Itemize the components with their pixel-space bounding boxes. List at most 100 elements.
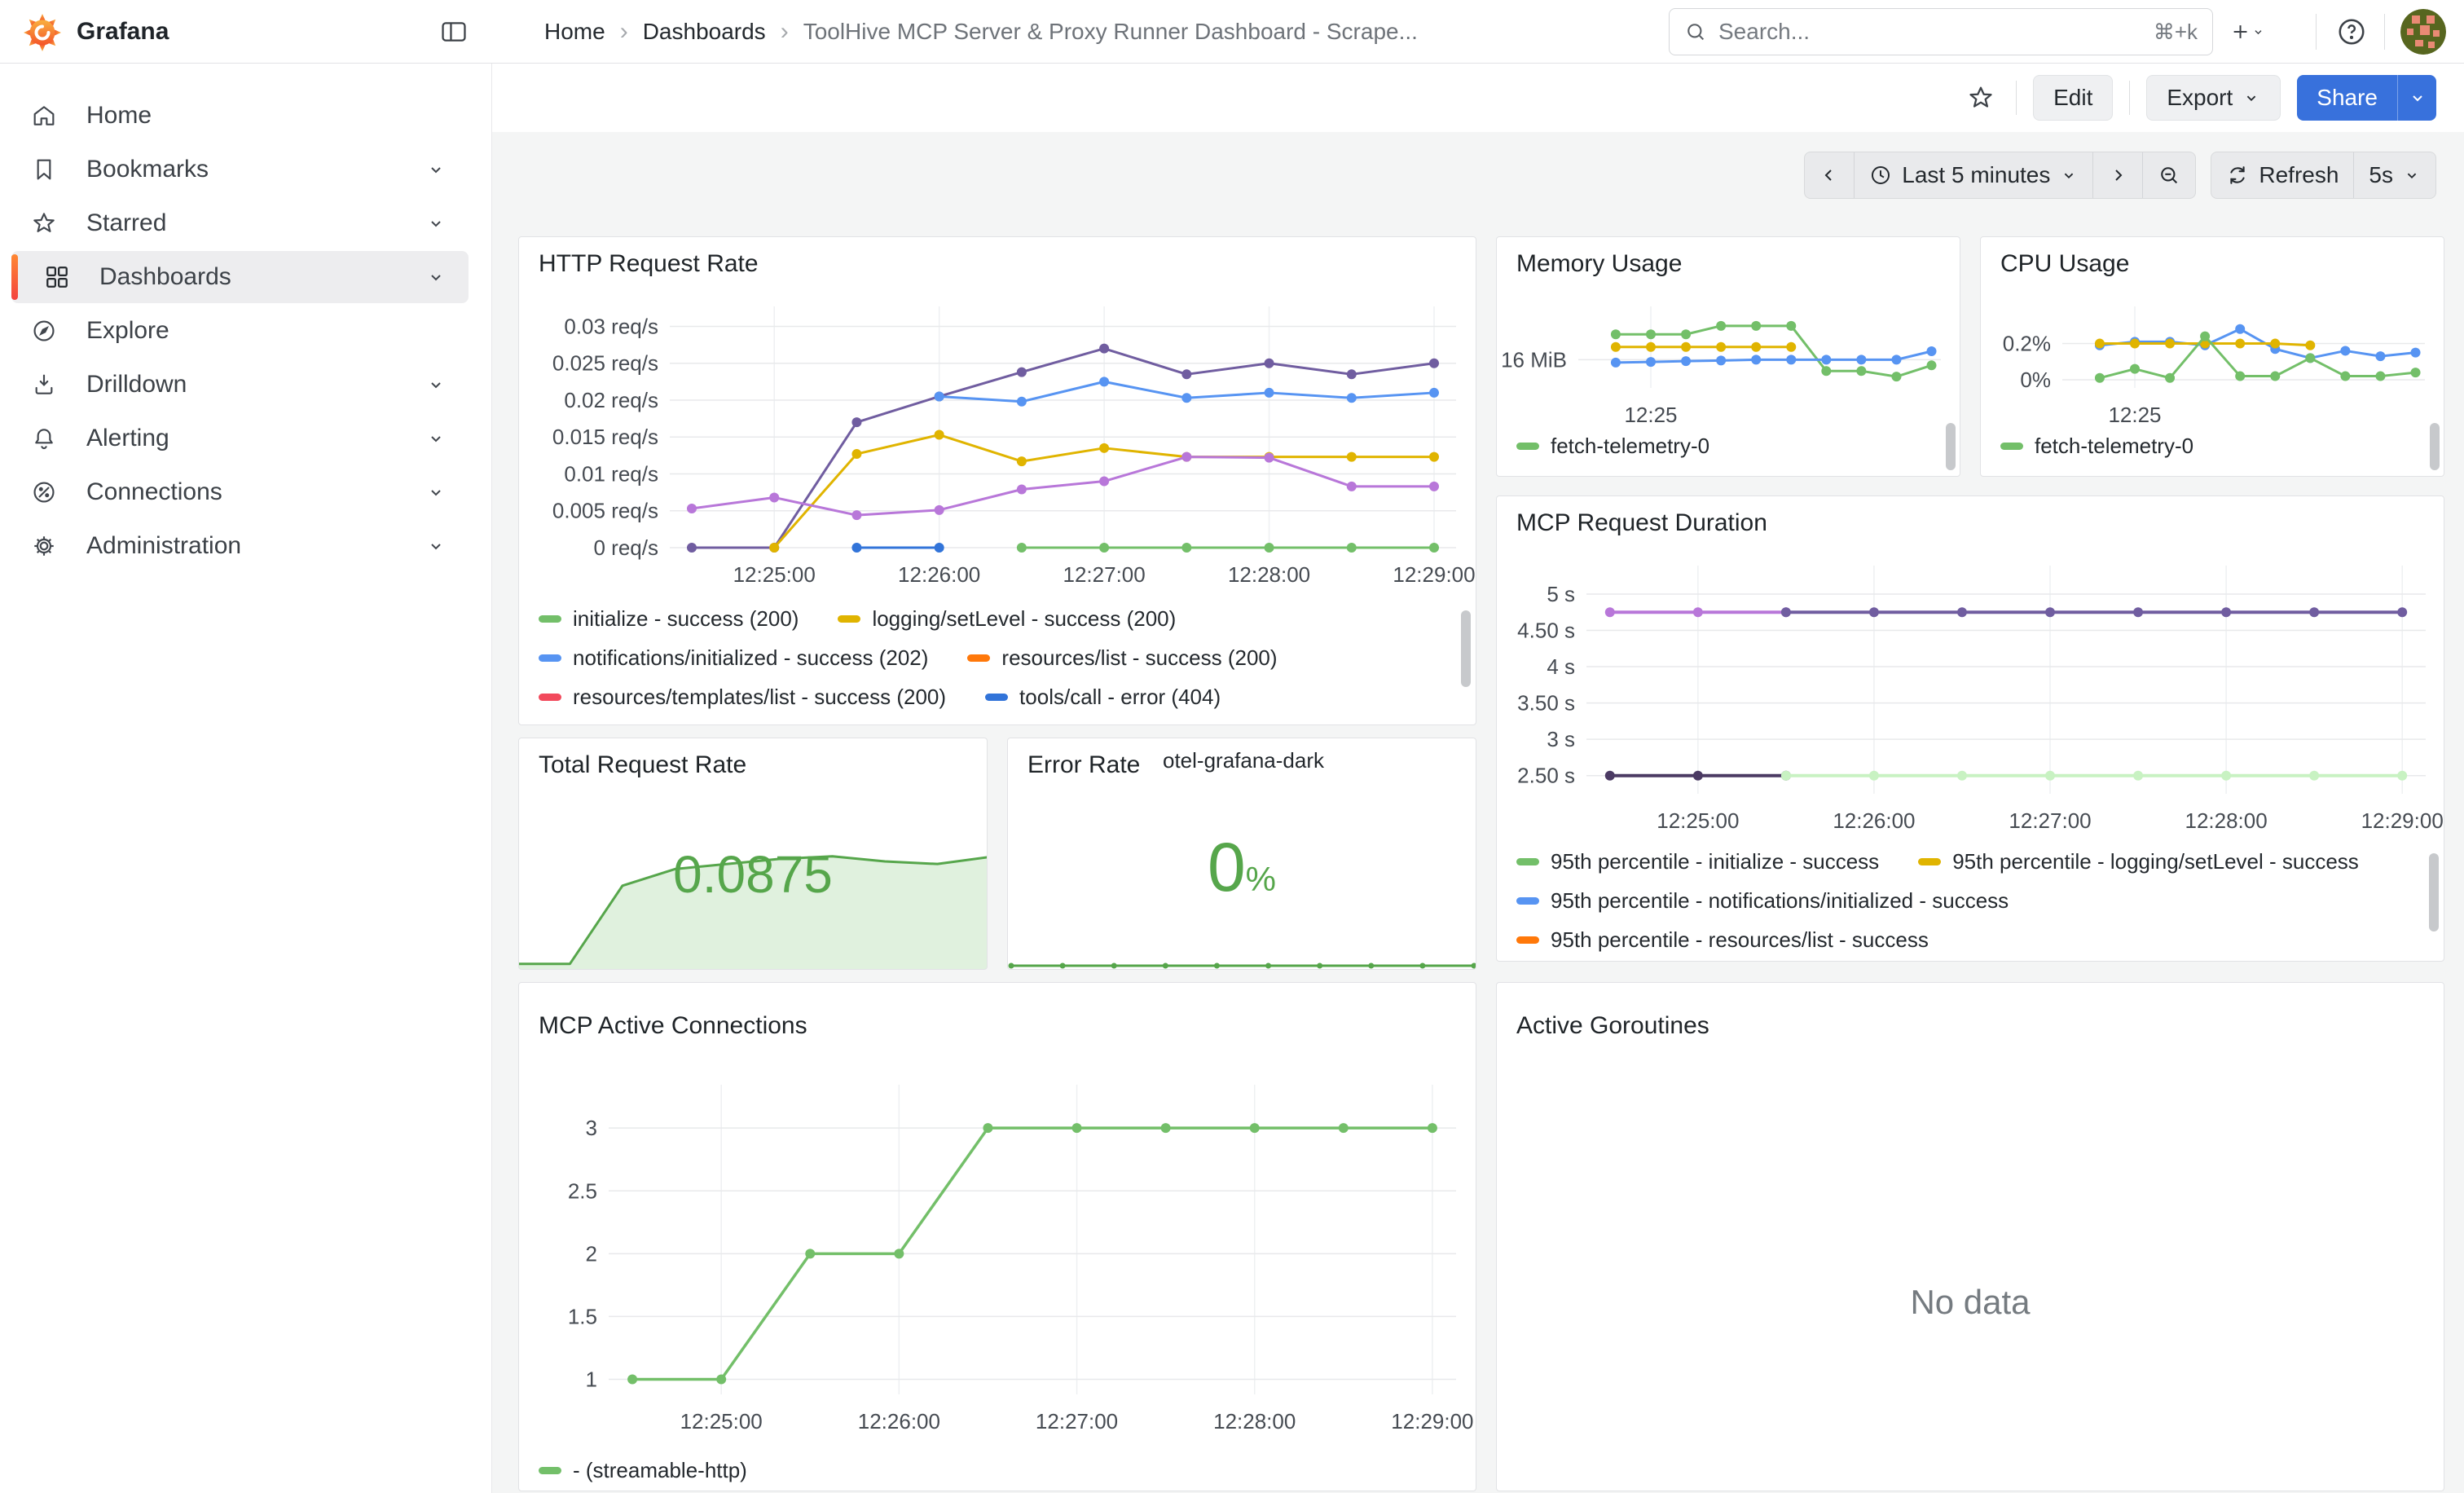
legend-swatch-icon xyxy=(1516,858,1539,865)
export-button-label: Export xyxy=(2167,85,2233,111)
search-input[interactable] xyxy=(1718,19,2154,45)
help-button[interactable] xyxy=(2334,14,2369,50)
legend-scrollbar[interactable] xyxy=(1461,610,1471,687)
edit-button[interactable]: Edit xyxy=(2033,75,2113,121)
panel-mcp-active-connections: MCP Active Connections 32.521.5112:25:00… xyxy=(518,982,1476,1491)
mcp-request-duration-chart[interactable]: 5 s4.50 s4 s3.50 s3 s2.50 s12:25:0012:26… xyxy=(1497,496,2444,845)
star-icon xyxy=(31,210,57,236)
svg-text:0.005 req/s: 0.005 req/s xyxy=(552,499,658,523)
legend-row: 95th percentile - resources/list - succe… xyxy=(1516,927,2422,953)
sidebar-item-administration[interactable]: Administration xyxy=(11,520,469,572)
zoom-out-icon xyxy=(2158,164,2180,187)
chevron-down-icon[interactable] xyxy=(426,536,446,556)
legend-label: resources/templates/list - success (200) xyxy=(573,685,946,710)
sidebar-item-starred[interactable]: Starred xyxy=(11,197,469,249)
chevron-right-icon xyxy=(2108,165,2127,185)
grafana-logo-icon[interactable] xyxy=(23,12,62,51)
share-menu-button[interactable] xyxy=(2397,75,2436,121)
mcp-active-connections-chart[interactable]: 32.521.5112:25:0012:26:0012:27:0012:28:0… xyxy=(519,983,1476,1454)
chevron-down-icon[interactable] xyxy=(426,267,446,287)
zoom-out-button[interactable] xyxy=(2142,152,2195,198)
sidebar-item-home[interactable]: Home xyxy=(11,90,469,142)
legend-swatch-icon xyxy=(1516,897,1539,905)
refresh-button[interactable]: Refresh xyxy=(2211,152,2353,198)
add-button[interactable] xyxy=(2229,14,2265,50)
svg-text:12:25:00: 12:25:00 xyxy=(733,562,816,587)
legend-item[interactable]: 95th percentile - initialize - success xyxy=(1516,849,1879,874)
export-button[interactable]: Export xyxy=(2146,75,2281,121)
breadcrumb-separator: › xyxy=(620,18,628,46)
chevron-down-icon[interactable] xyxy=(426,160,446,179)
chevron-down-icon[interactable] xyxy=(426,214,446,233)
legend-item[interactable]: resources/list - success (200) xyxy=(967,645,1277,671)
legend-item[interactable]: 95th percentile - logging/setLevel - suc… xyxy=(1918,849,2359,874)
time-range-label: Last 5 minutes xyxy=(1902,162,2050,188)
header-divider xyxy=(2316,14,2317,50)
legend-row: fetch-telemetry-0 xyxy=(2000,433,2427,459)
legend-swatch-icon xyxy=(1918,858,1941,865)
time-range-picker[interactable]: Last 5 minutes xyxy=(1854,152,2092,198)
compass-icon xyxy=(31,318,57,344)
stat-value: 0% xyxy=(1008,828,1476,907)
connections-icon xyxy=(31,479,57,505)
bell-icon xyxy=(31,425,57,451)
http-request-rate-chart[interactable]: 0 req/s0.005 req/s0.01 req/s0.015 req/s0… xyxy=(519,237,1476,604)
share-split-button: Share xyxy=(2297,75,2436,121)
legend-scrollbar[interactable] xyxy=(1946,423,1956,470)
cpu-usage-chart[interactable]: 0.2%0%12:25 xyxy=(1981,237,2444,429)
legend-swatch-icon xyxy=(838,615,860,623)
brand-title: Grafana xyxy=(77,0,169,64)
legend-item[interactable]: tools/call - error (404) xyxy=(985,685,1221,710)
dashboard-canvas: Last 5 minutes Refresh 5s xyxy=(492,132,2464,1493)
svg-text:12:29:00: 12:29:00 xyxy=(1393,562,1475,587)
legend-scrollbar[interactable] xyxy=(2430,423,2440,470)
sidebar-item-dashboards[interactable]: Dashboards xyxy=(11,251,469,303)
svg-text:16 MiB: 16 MiB xyxy=(1501,347,1567,372)
legend-item[interactable]: initialize - success (200) xyxy=(539,606,799,632)
legend-item[interactable]: - (streamable-http) xyxy=(539,1458,747,1483)
toolbar-divider xyxy=(2129,81,2130,115)
user-avatar[interactable] xyxy=(2400,9,2446,55)
legend-swatch-icon xyxy=(967,654,990,662)
chevron-down-icon[interactable] xyxy=(426,482,446,502)
sidebar-item-connections[interactable]: Connections xyxy=(11,466,469,518)
sidebar-item-explore[interactable]: Explore xyxy=(11,305,469,357)
chevron-down-icon[interactable] xyxy=(426,429,446,448)
sidebar-item-drilldown[interactable]: Drilldown xyxy=(11,359,469,411)
svg-text:2.5: 2.5 xyxy=(568,1178,597,1203)
plus-icon xyxy=(2229,19,2251,45)
legend-item[interactable]: fetch-telemetry-0 xyxy=(1516,434,1709,459)
legend-item[interactable]: 95th percentile - resources/list - succe… xyxy=(1516,927,1929,953)
favorite-star-button[interactable] xyxy=(1962,79,2000,117)
collapse-sidebar-icon[interactable] xyxy=(440,18,468,46)
search-bar[interactable]: ⌘+k xyxy=(1669,8,2213,55)
breadcrumb-home[interactable]: Home xyxy=(544,19,605,45)
svg-text:12:29:00: 12:29:00 xyxy=(2361,808,2444,833)
sidebar-item-label: Bookmarks xyxy=(86,156,426,183)
legend-item[interactable]: logging/setLevel - success (200) xyxy=(838,606,1176,632)
time-shift-back-button[interactable] xyxy=(1805,152,1854,198)
memory-usage-chart[interactable]: 16 MiB12:25 xyxy=(1497,237,1960,429)
sidebar-item-label: Dashboards xyxy=(99,263,426,291)
legend-label: - (streamable-http) xyxy=(573,1458,747,1483)
legend-item[interactable]: 95th percentile - notifications/initiali… xyxy=(1516,888,2009,914)
panel-mcp-request-duration: MCP Request Duration 5 s4.50 s4 s3.50 s3… xyxy=(1496,495,2444,962)
legend-scrollbar[interactable] xyxy=(2429,853,2439,931)
legend-item[interactable]: fetch-telemetry-0 xyxy=(2000,434,2193,459)
legend-swatch-icon xyxy=(1516,443,1539,450)
svg-text:12:26:00: 12:26:00 xyxy=(898,562,980,587)
sidebar-item-bookmarks[interactable]: Bookmarks xyxy=(11,143,469,196)
sidebar-item-alerting[interactable]: Alerting xyxy=(11,412,469,465)
legend-item[interactable]: notifications/initialized - success (202… xyxy=(539,645,928,671)
svg-text:12:29:00: 12:29:00 xyxy=(1391,1409,1473,1434)
panel-memory-usage: Memory Usage 16 MiB12:25 fetch-telemetry… xyxy=(1496,236,1960,477)
chevron-down-icon[interactable] xyxy=(426,375,446,394)
refresh-icon xyxy=(2226,164,2249,187)
legend-item[interactable]: resources/templates/list - success (200) xyxy=(539,685,946,710)
breadcrumb-dashboards[interactable]: Dashboards xyxy=(643,19,766,45)
time-shift-forward-button[interactable] xyxy=(2092,152,2142,198)
svg-text:3.50 s: 3.50 s xyxy=(1517,691,1575,716)
refresh-interval-picker[interactable]: 5s xyxy=(2353,152,2435,198)
share-button[interactable]: Share xyxy=(2297,75,2397,121)
panel-title[interactable]: Active Goroutines xyxy=(1516,1012,1709,1040)
